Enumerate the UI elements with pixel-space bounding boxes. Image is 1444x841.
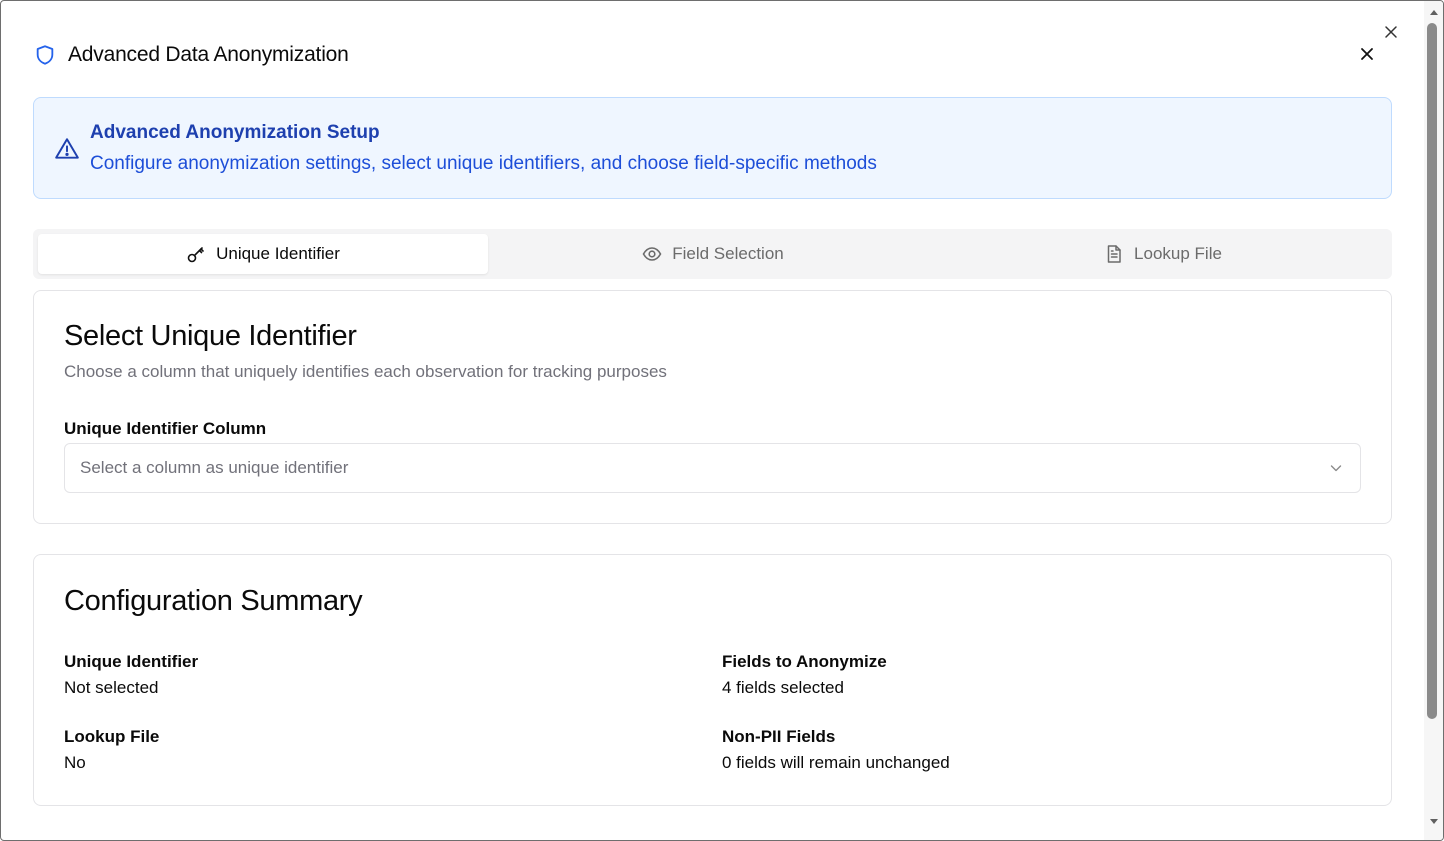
- select-placeholder: Select a column as unique identifier: [80, 458, 349, 477]
- summary-item-non-pii-fields: Non-PII Fields 0 fields will remain unch…: [722, 727, 950, 773]
- tab-unique-identifier[interactable]: Unique Identifier: [38, 234, 488, 274]
- tab-lookup-file[interactable]: Lookup File: [938, 234, 1388, 274]
- unique-identifier-select[interactable]: Select a column as unique identifier: [64, 443, 1361, 493]
- dialog-header: Advanced Data Anonymization: [33, 39, 349, 71]
- summary-label: Non-PII Fields: [722, 727, 836, 746]
- unique-identifier-card: Select Unique Identifier Choose a column…: [33, 290, 1392, 524]
- card-description: Choose a column that uniquely identifies…: [64, 362, 667, 381]
- dialog-title: Advanced Data Anonymization: [68, 43, 349, 66]
- summary-value: Not selected: [64, 678, 159, 697]
- summary-label: Unique Identifier: [64, 652, 199, 671]
- shield-icon: [33, 43, 57, 67]
- summary-item-unique-identifier: Unique Identifier Not selected: [64, 652, 198, 698]
- chevron-down-icon: [1330, 465, 1342, 472]
- close-icon: [1361, 48, 1373, 60]
- summary-value: 4 fields selected: [722, 678, 844, 697]
- summary-item-fields-to-anonymize: Fields to Anonymize 4 fields selected: [722, 652, 887, 698]
- field-label: Unique Identifier Column: [64, 419, 267, 438]
- scrollbar-thumb[interactable]: [1427, 23, 1437, 719]
- tab-label: Lookup File: [1134, 244, 1222, 263]
- scroll-down-arrow-icon[interactable]: [1428, 817, 1440, 827]
- dialog-close-button[interactable]: [1355, 42, 1379, 66]
- window-close-button[interactable]: [1379, 20, 1403, 44]
- summary-label: Fields to Anonymize: [722, 652, 887, 671]
- card-title: Configuration Summary: [64, 585, 363, 617]
- summary-item-lookup-file: Lookup File No: [64, 727, 159, 773]
- alert-title: Advanced Anonymization Setup: [90, 122, 380, 143]
- summary-value: No: [64, 753, 86, 772]
- dialog-window: Advanced Data Anonymization Advanced Ano…: [0, 0, 1444, 841]
- info-alert: Advanced Anonymization Setup Configure a…: [33, 97, 1392, 199]
- tab-label: Field Selection: [672, 244, 784, 263]
- tab-label: Unique Identifier: [216, 244, 340, 263]
- tab-list: Unique Identifier Field Selection Lookup…: [33, 229, 1392, 279]
- summary-label: Lookup File: [64, 727, 160, 746]
- eye-icon: [642, 244, 662, 264]
- alert-description: Configure anonymization settings, select…: [90, 153, 877, 174]
- warning-triangle-icon: [55, 138, 79, 159]
- scroll-up-arrow-icon[interactable]: [1428, 7, 1440, 17]
- summary-value: 0 fields will remain unchanged: [722, 753, 950, 772]
- close-icon: [1385, 26, 1397, 38]
- card-title: Select Unique Identifier: [64, 320, 357, 352]
- key-icon: [186, 244, 206, 264]
- tab-field-selection[interactable]: Field Selection: [488, 234, 938, 274]
- file-text-icon: [1104, 244, 1124, 264]
- configuration-summary-card: Configuration Summary Unique Identifier …: [33, 554, 1392, 806]
